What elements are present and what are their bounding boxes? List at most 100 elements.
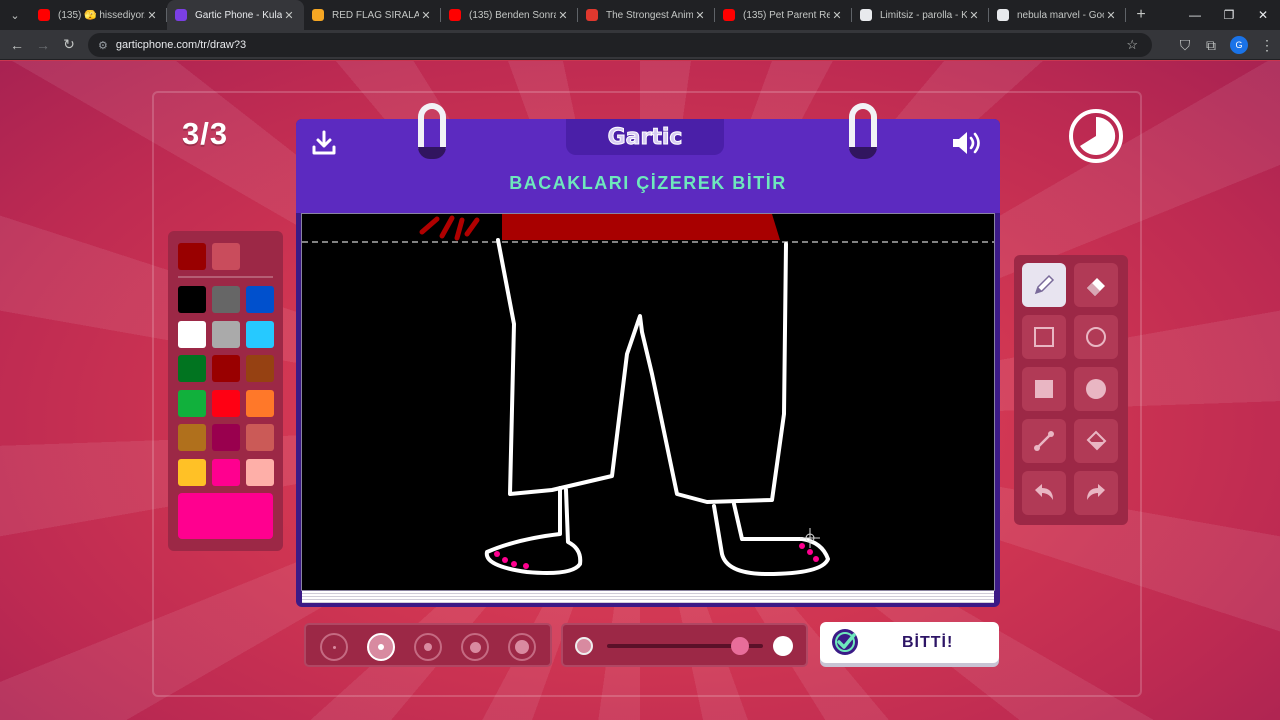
color-swatch[interactable] [212, 389, 240, 417]
color-swatch[interactable] [178, 320, 206, 348]
browser-tab[interactable]: RED FLAG SIRALAMA...✕ [304, 0, 441, 30]
tab-separator [1125, 8, 1126, 22]
color-swatch[interactable] [212, 424, 240, 451]
color-swatch[interactable] [178, 424, 206, 451]
tab-title: (135) Benden Sonra... [469, 9, 556, 21]
drawing-notebook: Gartic BACAKLARI ÇİZEREK BİTİR [296, 103, 1000, 607]
brush-size-5[interactable] [508, 633, 536, 661]
color-palette [168, 231, 283, 551]
circle-filled-icon [1086, 379, 1106, 399]
download-icon[interactable] [310, 129, 338, 157]
current-color-preview[interactable] [178, 493, 273, 539]
tab-close-icon[interactable]: ✕ [830, 9, 844, 22]
undo-tool[interactable] [1022, 471, 1066, 515]
recent-color-swatch[interactable] [212, 243, 240, 270]
browser-tab[interactable]: nebula marvel - Goo...✕ [989, 0, 1126, 30]
url-text: garticphone.com/tr/draw?3 [115, 39, 247, 51]
redo-tool[interactable] [1074, 471, 1118, 515]
brush-size-2[interactable] [367, 633, 395, 661]
browser-tab[interactable]: (135) Benden Sonra...✕ [441, 0, 578, 30]
tab-favicon-icon [312, 9, 324, 21]
tab-close-icon[interactable]: ✕ [282, 9, 296, 22]
color-swatch[interactable] [178, 355, 206, 382]
profile-avatar[interactable]: G [1230, 36, 1248, 54]
tab-title: Limitsiz - parolla - K... [880, 9, 967, 21]
rectangle-outline-tool[interactable] [1022, 315, 1066, 359]
new-tab-button[interactable]: + [1126, 6, 1156, 24]
reload-button[interactable]: ↻ [56, 32, 82, 58]
color-swatch[interactable] [246, 458, 274, 486]
instruction-text: BACAKLARI ÇİZEREK BİTİR [509, 173, 787, 193]
browser-tab[interactable]: (135) 🫣 hissediyor... ✕ [30, 0, 167, 30]
circle-outline-tool[interactable] [1074, 315, 1118, 359]
color-swatch[interactable] [246, 320, 274, 348]
color-swatch[interactable] [246, 355, 274, 382]
line-tool[interactable] [1022, 419, 1066, 463]
volume-icon[interactable] [950, 129, 984, 157]
close-window-button[interactable]: ✕ [1246, 8, 1280, 22]
brush-size-4[interactable] [461, 633, 489, 661]
done-label: BİTTİ! [902, 633, 954, 651]
maximize-button[interactable]: ❐ [1212, 8, 1246, 22]
binder-ring-right [849, 103, 877, 159]
color-swatch[interactable] [212, 320, 240, 348]
tab-title: RED FLAG SIRALAMA... [332, 9, 419, 21]
color-swatch[interactable] [212, 286, 240, 313]
back-button[interactable]: ← [4, 32, 30, 58]
tab-title: Gartic Phone - Kulak... [195, 9, 282, 21]
tab-close-icon[interactable]: ✕ [419, 9, 433, 22]
rectangle-filled-icon [1035, 380, 1053, 398]
color-swatch[interactable] [178, 458, 206, 486]
menu-kebab-icon[interactable]: ⋮ [1254, 32, 1280, 58]
minimize-button[interactable]: — [1178, 8, 1212, 22]
redo-icon [1087, 484, 1105, 500]
pencil-tool[interactable] [1022, 263, 1066, 307]
round-counter: 3/3 [182, 116, 229, 151]
tab-favicon-icon [175, 9, 187, 21]
browser-tab[interactable]: Gartic Phone - Kulak...✕ [167, 0, 304, 30]
tab-close-icon[interactable]: ✕ [556, 9, 570, 22]
drawing-canvas[interactable] [301, 213, 995, 591]
tab-favicon-icon [586, 9, 598, 21]
brush-size-selector [304, 623, 552, 667]
color-swatch[interactable] [246, 286, 274, 313]
circle-filled-tool[interactable] [1074, 367, 1118, 411]
address-bar[interactable]: ⚙ garticphone.com/tr/draw?3 ☆ [88, 33, 1152, 57]
browser-tab[interactable]: (135) Pet Parent Res...✕ [715, 0, 852, 30]
browser-tab[interactable]: Limitsiz - parolla - K... ✕ [852, 0, 989, 30]
site-info-icon[interactable]: ⚙ [98, 39, 108, 52]
brush-size-3[interactable] [414, 633, 442, 661]
opacity-slider-knob[interactable] [730, 637, 749, 655]
tab-title: nebula marvel - Goo... [1017, 9, 1104, 21]
recent-color-swatch[interactable] [178, 243, 206, 270]
notebook-header: Gartic BACAKLARI ÇİZEREK BİTİR [296, 119, 1000, 213]
extensions-icon[interactable]: ⧉ [1198, 32, 1224, 58]
color-swatch[interactable] [246, 424, 274, 451]
tab-close-icon[interactable]: ✕ [693, 9, 707, 22]
rectangle-filled-tool[interactable] [1022, 367, 1066, 411]
gartic-logo: Gartic [607, 124, 683, 150]
done-button[interactable]: BİTTİ! [820, 622, 999, 663]
forward-button[interactable]: → [30, 32, 56, 58]
timer-icon [1069, 109, 1123, 163]
browser-tab[interactable]: The Strongest Anim... ✕ [578, 0, 715, 30]
tab-search-button[interactable]: ⌄ [0, 0, 30, 30]
brush-size-1[interactable] [320, 633, 348, 661]
eraser-tool[interactable] [1074, 263, 1118, 307]
color-swatch[interactable] [178, 286, 206, 313]
color-swatch[interactable] [178, 389, 206, 417]
opacity-slider-panel [561, 623, 808, 667]
browser-toolbar: ← → ↻ ⚙ garticphone.com/tr/draw?3 ☆ ⛉ ⧉ … [0, 30, 1280, 60]
color-swatch[interactable] [212, 458, 240, 486]
bookmark-star-icon[interactable]: ☆ [1126, 37, 1138, 53]
color-swatch[interactable] [212, 355, 240, 382]
color-swatch[interactable] [246, 389, 274, 417]
shield-extension-icon[interactable]: ⛉ [1172, 32, 1198, 58]
fill-bucket-icon [1086, 430, 1107, 451]
browser-tab-bar: ⌄ (135) 🫣 hissediyor... ✕ Gartic Phone - K… [0, 0, 1280, 30]
tab-favicon-icon [997, 9, 1009, 21]
tab-close-icon[interactable]: ✕ [145, 9, 159, 22]
tab-close-icon[interactable]: ✕ [1104, 9, 1118, 22]
fill-bucket-tool[interactable] [1074, 419, 1118, 463]
tab-close-icon[interactable]: ✕ [967, 9, 981, 22]
